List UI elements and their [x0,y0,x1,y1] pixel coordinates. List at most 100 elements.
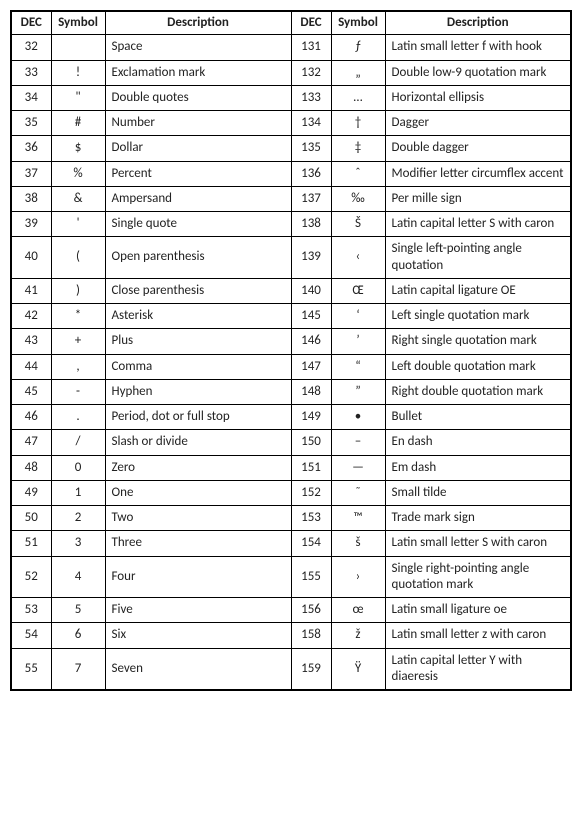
description-cell: En dash [385,430,571,455]
symbol-cell: • [331,405,385,430]
symbol-cell: # [51,111,105,136]
symbol-cell: 0 [51,455,105,480]
description-cell: Hyphen [105,379,291,404]
description-cell: Right double quotation mark [385,379,571,404]
dec-cell: 138 [291,212,331,237]
symbol-cell: ! [51,60,105,85]
symbol-cell: ” [331,379,385,404]
description-cell: Latin small letter S with caron [385,531,571,556]
description-cell: Percent [105,161,291,186]
description-cell: Double low-9 quotation mark [385,60,571,85]
description-cell: Latin small letter z with caron [385,623,571,648]
dec-cell: 159 [291,648,331,690]
description-cell: Latin capital letter S with caron [385,212,571,237]
table-row: 480Zero151—Em dash [11,455,571,480]
symbol-cell: % [51,161,105,186]
symbol-cell: ˜ [331,480,385,505]
dec-cell: 54 [11,623,51,648]
col-dec: DEC [291,11,331,35]
symbol-cell: 3 [51,531,105,556]
description-cell: Dollar [105,136,291,161]
dec-cell: 49 [11,480,51,505]
symbol-cell: ˆ [331,161,385,186]
description-cell: Right single quotation mark [385,329,571,354]
dec-cell: 51 [11,531,51,556]
dec-cell: 131 [291,35,331,60]
description-cell: Latin small letter f with hook [385,35,571,60]
symbol-cell: 5 [51,598,105,623]
symbol-cell: ™ [331,506,385,531]
dec-cell: 35 [11,111,51,136]
table-row: 45-Hyphen148”Right double quotation mark [11,379,571,404]
symbol-cell: ‘ [331,304,385,329]
description-cell: Comma [105,354,291,379]
dec-cell: 147 [291,354,331,379]
symbol-cell: 6 [51,623,105,648]
table-row: 557Seven159ŸLatin capital letter Y with … [11,648,571,690]
symbol-cell: — [331,455,385,480]
symbol-cell: œ [331,598,385,623]
dec-cell: 50 [11,506,51,531]
description-cell: Close parenthesis [105,278,291,303]
table-row: 33!Exclamation mark132„Double low-9 quot… [11,60,571,85]
dec-cell: 134 [291,111,331,136]
description-cell: Latin capital ligature OE [385,278,571,303]
dec-cell: 135 [291,136,331,161]
dec-cell: 32 [11,35,51,60]
table-row: 47/Slash or divide150–En dash [11,430,571,455]
table-row: 513Three154šLatin small letter S with ca… [11,531,571,556]
dec-cell: 139 [291,237,331,279]
dec-cell: 146 [291,329,331,354]
symbol-cell: „ [331,60,385,85]
table-row: 502Two153™Trade mark sign [11,506,571,531]
table-row: 44,Comma147“Left double quotation mark [11,354,571,379]
dec-cell: 39 [11,212,51,237]
description-cell: Ampersand [105,186,291,211]
dec-cell: 149 [291,405,331,430]
description-cell: Two [105,506,291,531]
description-cell: Space [105,35,291,60]
dec-cell: 43 [11,329,51,354]
description-cell: Left single quotation mark [385,304,571,329]
symbol-cell: ‰ [331,186,385,211]
dec-cell: 46 [11,405,51,430]
description-cell: Double dagger [385,136,571,161]
description-cell: Asterisk [105,304,291,329]
symbol-cell: ž [331,623,385,648]
table-row: 37%Percent136ˆModifier letter circumflex… [11,161,571,186]
description-cell: Double quotes [105,85,291,110]
dec-cell: 40 [11,237,51,279]
description-cell: Dagger [385,111,571,136]
description-cell: Five [105,598,291,623]
dec-cell: 151 [291,455,331,480]
dec-cell: 137 [291,186,331,211]
col-desc: Description [105,11,291,35]
table-row: 535Five156œLatin small ligature oe [11,598,571,623]
description-cell: Trade mark sign [385,506,571,531]
symbol-cell: . [51,405,105,430]
symbol-cell: 2 [51,506,105,531]
dec-cell: 133 [291,85,331,110]
description-cell: Latin small ligature oe [385,598,571,623]
table-row: 491One152˜Small tilde [11,480,571,505]
description-cell: Exclamation mark [105,60,291,85]
col-symbol: Symbol [331,11,385,35]
dec-cell: 152 [291,480,331,505]
table-row: 35#Number134†Dagger [11,111,571,136]
description-cell: Four [105,556,291,598]
symbol-cell: Š [331,212,385,237]
symbol-cell: Œ [331,278,385,303]
col-symbol: Symbol [51,11,105,35]
symbol-cell: ' [51,212,105,237]
table-row: 46.Period, dot or full stop149•Bullet [11,405,571,430]
dec-cell: 45 [11,379,51,404]
table-row: 524Four155›Single right-pointing angle q… [11,556,571,598]
table-row: 38&Ampersand137‰Per mille sign [11,186,571,211]
description-cell: Single right-pointing angle quotation ma… [385,556,571,598]
dec-cell: 158 [291,623,331,648]
dec-cell: 52 [11,556,51,598]
symbol-cell: ( [51,237,105,279]
table-row: 36$Dollar135‡Double dagger [11,136,571,161]
symbol-cell: † [331,111,385,136]
dec-cell: 148 [291,379,331,404]
